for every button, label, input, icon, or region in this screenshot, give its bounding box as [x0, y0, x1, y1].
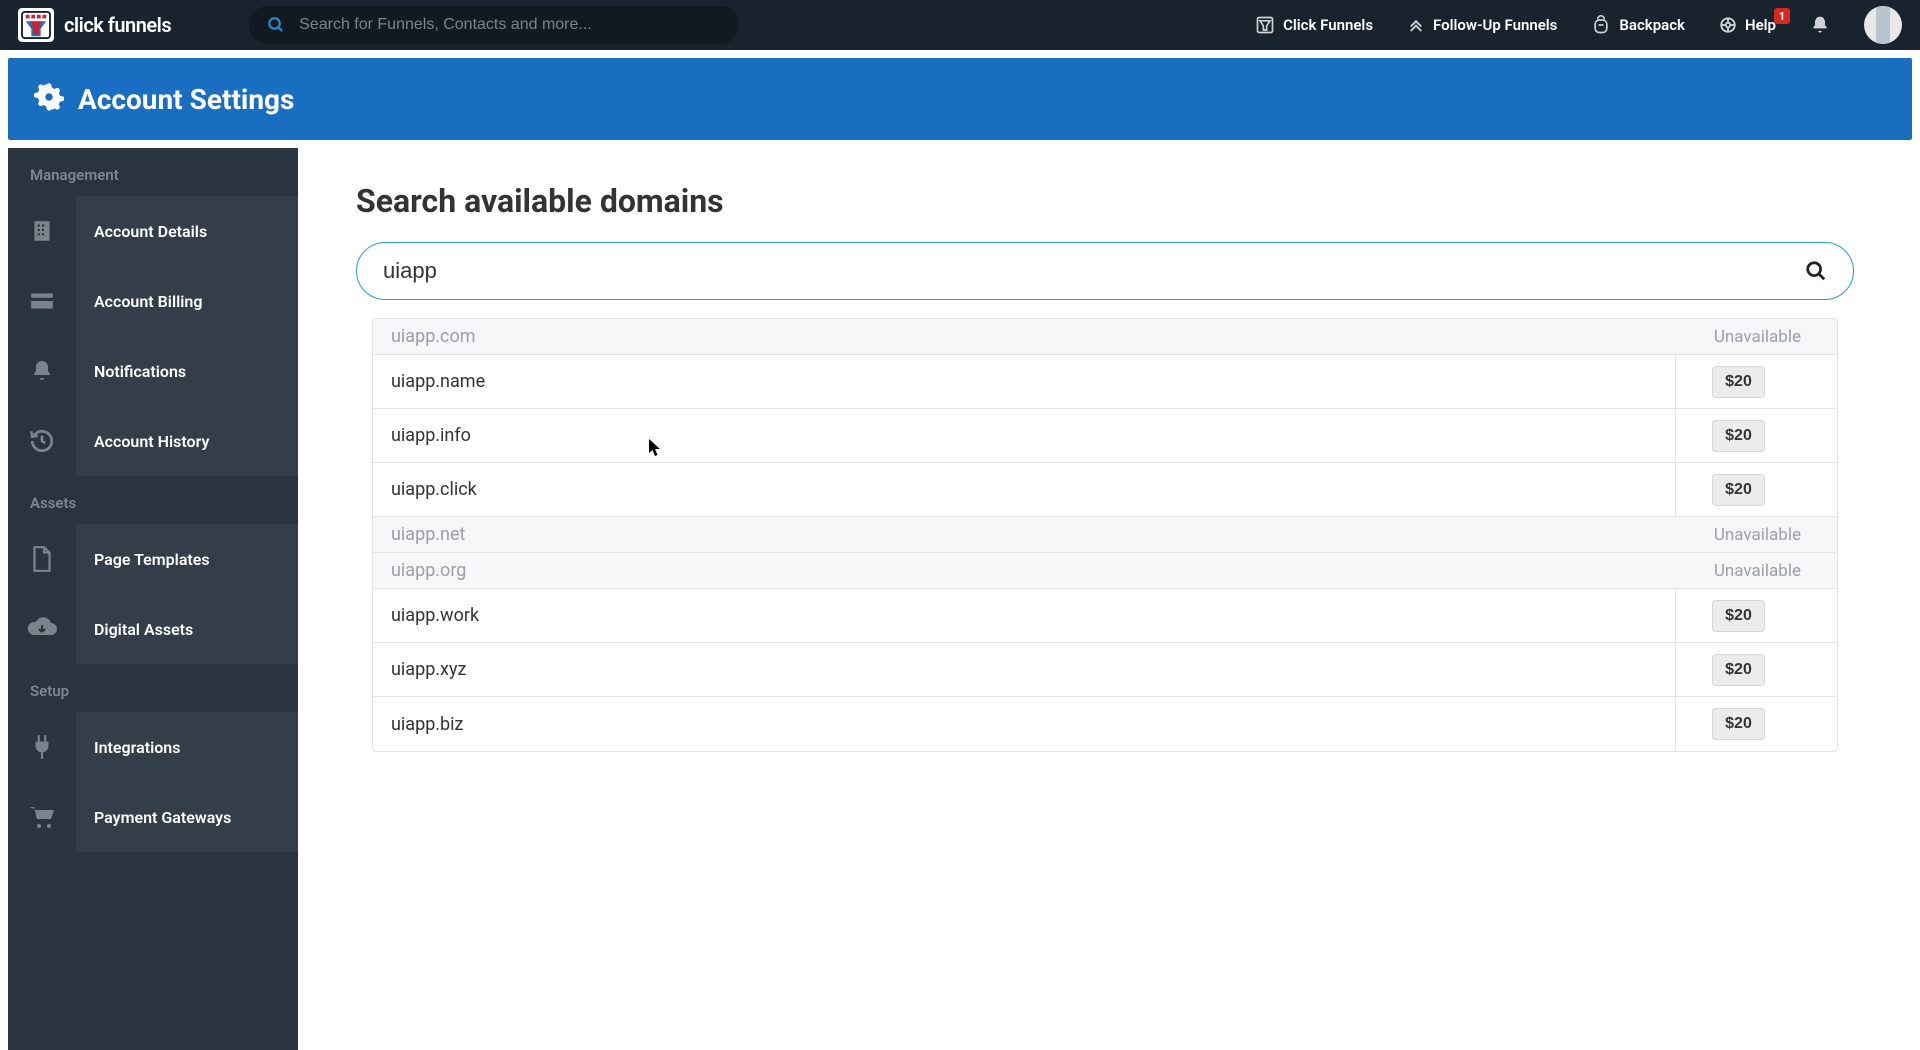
availability-status: Unavailable: [1714, 327, 1801, 347]
domain-name: uiapp.org: [391, 560, 466, 581]
buy-domain-button[interactable]: $20: [1712, 366, 1765, 398]
sidebar-group-title: Setup: [8, 664, 298, 712]
card-icon: [8, 266, 76, 336]
history-icon: [8, 406, 76, 476]
logo-mark-icon: [18, 8, 54, 42]
domain-name: uiapp.name: [391, 371, 485, 392]
sidebar-item-digital-assets[interactable]: Digital Assets: [8, 594, 298, 664]
help-icon: [1719, 16, 1737, 34]
domain-result-row: uiapp.org Unavailable: [373, 553, 1837, 589]
app-logo[interactable]: click funnels: [18, 8, 171, 42]
domain-result-row: uiapp.name $20: [373, 355, 1837, 409]
domain-result-row: uiapp.info $20: [373, 409, 1837, 463]
domain-result-row: uiapp.biz $20: [373, 697, 1837, 751]
domain-name: uiapp.work: [391, 605, 479, 626]
domain-name: uiapp.biz: [391, 714, 463, 735]
notifications-bell[interactable]: [1810, 14, 1830, 36]
nav-help[interactable]: Help 1: [1719, 16, 1776, 34]
logo-text: click funnels: [64, 13, 171, 37]
funnel-icon: [1255, 15, 1275, 35]
domain-results: uiapp.comUnavailableuiapp.name$20uiapp.i…: [372, 318, 1838, 752]
sidebar-item-label: Account Billing: [76, 266, 298, 336]
domain-name: uiapp.click: [391, 479, 477, 500]
plug-icon: [8, 712, 76, 782]
sidebar-item-label: Notifications: [76, 336, 298, 406]
bell-icon: [8, 336, 76, 406]
search-icon: [267, 16, 285, 34]
arrows-up-icon: [1407, 16, 1425, 34]
page-icon: [8, 524, 76, 594]
availability-status: Unavailable: [1714, 561, 1801, 581]
sidebar-item-label: Account Details: [76, 196, 298, 266]
sidebar-item-label: Page Templates: [76, 524, 298, 594]
main-heading: Search available domains: [356, 182, 1854, 220]
page-header: Account Settings: [8, 58, 1912, 140]
cloud-download-icon: [8, 594, 76, 664]
domain-result-row: uiapp.net Unavailable: [373, 517, 1837, 553]
nav-follow-up-funnels[interactable]: Follow-Up Funnels: [1407, 16, 1557, 34]
buy-domain-button[interactable]: $20: [1712, 600, 1765, 632]
domain-search-input[interactable]: [383, 258, 1805, 284]
sidebar-item-account-details[interactable]: Account Details: [8, 196, 298, 266]
buy-domain-button[interactable]: $20: [1712, 654, 1765, 686]
nav-label: Click Funnels: [1283, 16, 1373, 34]
avatar-placeholder-icon: [1876, 6, 1890, 44]
global-search-input[interactable]: [299, 16, 721, 34]
sidebar-item-label: Account History: [76, 406, 298, 476]
building-icon: [8, 196, 76, 266]
domain-search[interactable]: [356, 242, 1854, 300]
backpack-icon: [1591, 15, 1611, 35]
top-nav: Click Funnels Follow-Up Funnels Backpack…: [1255, 6, 1902, 44]
sidebar-item-label: Digital Assets: [76, 594, 298, 664]
sidebar: ManagementAccount DetailsAccount Billing…: [8, 148, 298, 1050]
sidebar-item-page-templates[interactable]: Page Templates: [8, 524, 298, 594]
availability-status: Unavailable: [1714, 525, 1801, 545]
buy-domain-button[interactable]: $20: [1712, 420, 1765, 452]
domain-result-row: uiapp.xyz $20: [373, 643, 1837, 697]
domain-name: uiapp.xyz: [391, 659, 466, 680]
page-title: Account Settings: [78, 83, 294, 116]
sidebar-item-payment-gateways[interactable]: Payment Gateways: [8, 782, 298, 852]
sidebar-item-account-billing[interactable]: Account Billing: [8, 266, 298, 336]
domain-name: uiapp.info: [391, 425, 471, 446]
domain-result-row: uiapp.work $20: [373, 589, 1837, 643]
sidebar-item-integrations[interactable]: Integrations: [8, 712, 298, 782]
nav-label: Backpack: [1619, 16, 1685, 34]
sidebar-group-title: Management: [8, 148, 298, 196]
buy-domain-button[interactable]: $20: [1712, 708, 1765, 740]
bell-icon: [1810, 14, 1830, 36]
gears-icon: [34, 82, 64, 116]
domain-name: uiapp.net: [391, 524, 465, 545]
cart-icon: [8, 782, 76, 852]
nav-label: Help: [1745, 16, 1776, 34]
avatar[interactable]: [1864, 6, 1902, 44]
buy-domain-button[interactable]: $20: [1712, 474, 1765, 506]
nav-click-funnels[interactable]: Click Funnels: [1255, 15, 1373, 35]
domain-name: uiapp.com: [391, 326, 476, 347]
sidebar-item-label: Payment Gateways: [76, 782, 298, 852]
sidebar-item-account-history[interactable]: Account History: [8, 406, 298, 476]
sidebar-item-notifications[interactable]: Notifications: [8, 336, 298, 406]
domain-result-row: uiapp.com Unavailable: [373, 319, 1837, 355]
nav-backpack[interactable]: Backpack: [1591, 15, 1685, 35]
search-icon[interactable]: [1805, 260, 1827, 282]
top-bar: click funnels Click Funnels Follow-Up Fu…: [0, 0, 1920, 50]
domain-result-row: uiapp.click $20: [373, 463, 1837, 517]
main-content: Search available domains uiapp.com Unavai…: [298, 148, 1912, 1050]
nav-label: Follow-Up Funnels: [1433, 16, 1557, 34]
sidebar-group-title: Assets: [8, 476, 298, 524]
global-search[interactable]: [249, 6, 739, 44]
help-badge: 1: [1774, 8, 1790, 24]
sidebar-item-label: Integrations: [76, 712, 298, 782]
